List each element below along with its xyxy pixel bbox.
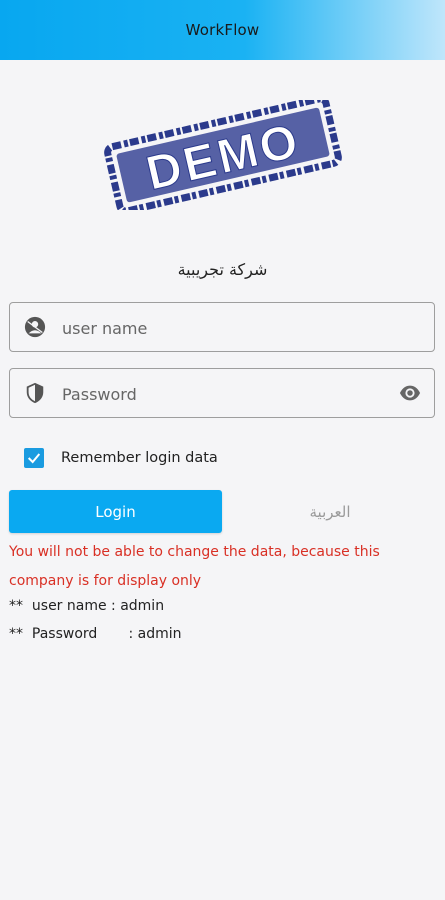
username-field[interactable]: [9, 302, 435, 353]
remember-label: Remember login data: [61, 450, 218, 466]
app-bar: WorkFlow: [0, 0, 445, 60]
password-input[interactable]: [60, 369, 384, 419]
company-name: شركة تجريبية: [177, 260, 268, 279]
shield-icon: [26, 382, 44, 404]
check-icon: [27, 453, 41, 464]
demo-warning-text: You will not be able to change the data,…: [9, 544, 380, 589]
remember-checkbox[interactable]: [24, 448, 44, 468]
login-button[interactable]: Login: [9, 490, 222, 533]
password-hint: ** Password : admin: [9, 626, 182, 642]
remember-login-row[interactable]: Remember login data: [24, 448, 218, 468]
username-input[interactable]: [60, 303, 384, 353]
app-title: WorkFlow: [185, 21, 260, 39]
user-circle-icon: [24, 316, 46, 338]
language-button[interactable]: العربية: [230, 490, 430, 533]
username-hint: ** user name : admin: [9, 598, 165, 614]
password-field[interactable]: [9, 368, 435, 419]
eye-icon[interactable]: [398, 382, 422, 404]
demo-stamp-logo: DEMO: [103, 95, 343, 215]
